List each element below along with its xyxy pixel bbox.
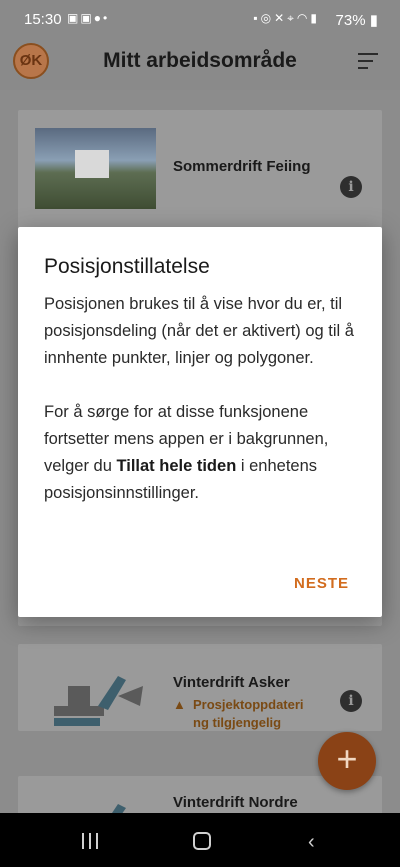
recents-icon[interactable] (82, 833, 100, 849)
workspace-card-title: Sommerdrift Feiing (173, 158, 311, 175)
update-text-line2: ng tilgjengelig (193, 715, 282, 730)
snow-machine-icon (54, 676, 143, 726)
info-icon[interactable]: i (340, 176, 362, 198)
status-notification-icons: ▣▣●• (67, 11, 109, 25)
dot-icon: • (102, 11, 110, 25)
filter-menu-icon[interactable] (358, 52, 378, 70)
system-nav-bar: ‹ (0, 813, 400, 867)
status-time: 15:30 (24, 11, 62, 28)
update-notice: ▲ Prosjektoppdateri ng tilgjengelig (173, 696, 304, 732)
workspace-card-title: Vinterdrift Asker (173, 674, 290, 691)
notification-icon: ▣ (67, 11, 81, 25)
snow-machine-icon (112, 804, 126, 813)
dialog-paragraph: For å sørge for at disse funksjonene for… (44, 399, 364, 507)
update-text-line1: Prosjektoppdateri (193, 697, 304, 712)
info-icon[interactable]: i (340, 690, 362, 712)
status-system-icons: ▪◎✕⌖◠▮ (253, 11, 320, 26)
workspace-thumbnail (35, 128, 156, 209)
wifi-icon: ◠ (296, 11, 311, 25)
location-icon: ⌖ (287, 11, 297, 25)
workspace-card-title: Vinterdrift Nordre (173, 794, 298, 811)
next-button[interactable]: NESTE (294, 575, 349, 592)
app-bar: ØK Mitt arbeidsområde (0, 36, 400, 90)
workspace-card[interactable]: Vinterdrift Asker ▲ Prosjektoppdateri ng … (18, 644, 382, 731)
workspace-card[interactable]: Sommerdrift Feiing i (18, 110, 382, 228)
add-workspace-button[interactable]: + (318, 732, 376, 790)
home-icon[interactable] (193, 832, 211, 850)
dialog-paragraph: Posisjonen brukes til å vise hvor du er,… (44, 295, 354, 367)
mute-icon: ✕ (274, 11, 288, 25)
dialog-emphasis: Tillat hele tiden (116, 457, 237, 475)
dialog-title: Posisjonstillatelse (44, 255, 210, 278)
location-permission-dialog: Posisjonstillatelse Posisjonen brukes ti… (18, 227, 382, 617)
battery-indicator: 73% ▮ (336, 11, 378, 29)
signal-icon: ▮ (310, 11, 320, 25)
lock-icon: ▪ (253, 11, 261, 25)
back-icon[interactable]: ‹ (308, 831, 315, 854)
page-title: Mitt arbeidsområde (103, 49, 297, 72)
battery-icon: ▮ (365, 12, 378, 29)
notification-icon: ▣ (80, 11, 94, 25)
chat-icon: ● (93, 11, 103, 25)
battery-level: 73% (335, 12, 366, 29)
alarm-icon: ◎ (260, 11, 275, 25)
warning-icon: ▲ (173, 697, 186, 712)
status-bar: 15:30 ▣▣●• ▪◎✕⌖◠▮ 73% ▮ (0, 0, 400, 36)
dialog-body: Posisjonen brukes til å vise hvor du er,… (44, 291, 364, 534)
